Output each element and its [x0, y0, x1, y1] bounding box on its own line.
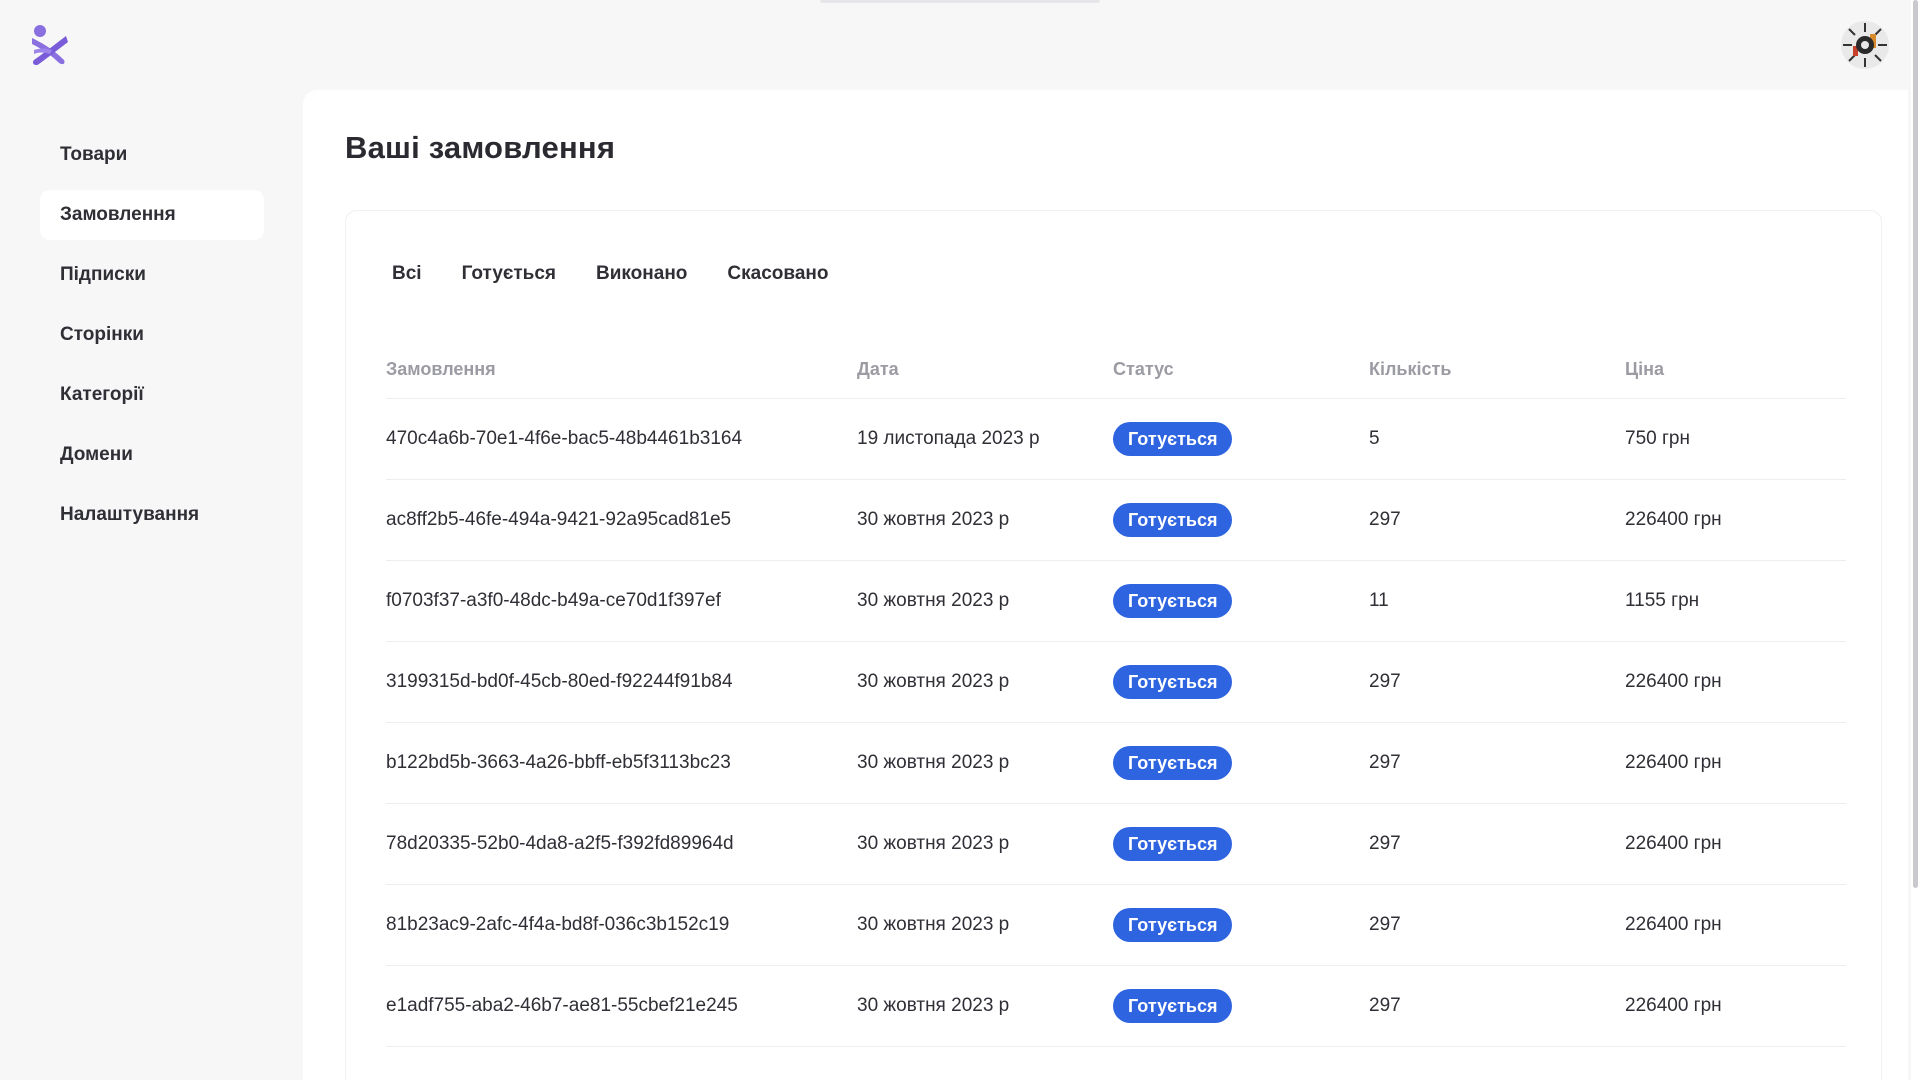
- status-cell: Готується: [1113, 503, 1369, 537]
- column-header-quantity: Кількість: [1369, 359, 1452, 379]
- order-quantity: 297: [1369, 509, 1401, 530]
- order-quantity: 297: [1369, 752, 1401, 773]
- status-cell: Готується: [1113, 827, 1369, 861]
- top-handle: [820, 0, 1100, 3]
- status-badge: Готується: [1113, 989, 1233, 1023]
- status-cell: Готується: [1113, 746, 1369, 780]
- order-id: 3199315d-bd0f-45cb-80ed-f92244f91b84: [386, 671, 733, 692]
- table-row[interactable]: b122bd5b-3663-4a26-bbff-eb5f3113bc23 30 …: [386, 723, 1846, 804]
- table-row[interactable]: f0703f37-a3f0-48dc-b49a-ce70d1f397ef 30 …: [386, 561, 1846, 642]
- order-price: 226400 грн: [1625, 914, 1722, 935]
- status-badge: Готується: [1113, 584, 1233, 618]
- order-price: 226400 грн: [1625, 752, 1722, 773]
- tab-completed[interactable]: Виконано: [596, 263, 687, 285]
- orders-table: Замовлення Дата Статус Кількість Ціна 47…: [386, 341, 1846, 1047]
- status-badge: Готується: [1113, 422, 1233, 456]
- status-badge: Готується: [1113, 503, 1233, 537]
- order-id: e1adf755-aba2-46b7-ae81-55cbef21e245: [386, 995, 738, 1016]
- status-cell: Готується: [1113, 989, 1369, 1023]
- sidebar-item-subscriptions[interactable]: Підписки: [40, 250, 264, 300]
- order-quantity: 297: [1369, 671, 1401, 692]
- table-row[interactable]: ac8ff2b5-46fe-494a-9421-92a95cad81e5 30 …: [386, 480, 1846, 561]
- order-price: 750 грн: [1625, 428, 1690, 449]
- order-id: ac8ff2b5-46fe-494a-9421-92a95cad81e5: [386, 509, 732, 530]
- sidebar-item-pages[interactable]: Сторінки: [40, 310, 264, 360]
- logo-icon[interactable]: [28, 24, 72, 68]
- order-price: 226400 грн: [1625, 995, 1722, 1016]
- orders-card: Всі Готується Виконано Скасовано Замовле…: [345, 210, 1882, 1080]
- top-bar: [0, 0, 1920, 90]
- order-date: 30 жовтня 2023 р: [857, 752, 1010, 773]
- order-quantity: 297: [1369, 995, 1401, 1016]
- order-id: 78d20335-52b0-4da8-a2f5-f392fd89964d: [386, 833, 734, 854]
- column-header-price: Ціна: [1625, 359, 1665, 379]
- sidebar-item-settings[interactable]: Налаштування: [40, 490, 264, 540]
- status-cell: Готується: [1113, 422, 1369, 456]
- sidebar-item-products[interactable]: Товари: [40, 130, 264, 180]
- main-panel: Ваші замовлення Всі Готується Виконано С…: [303, 90, 1908, 1080]
- order-quantity: 297: [1369, 914, 1401, 935]
- tab-preparing[interactable]: Готується: [462, 263, 556, 285]
- order-date: 30 жовтня 2023 р: [857, 671, 1010, 692]
- table-row[interactable]: 78d20335-52b0-4da8-a2f5-f392fd89964d 30 …: [386, 804, 1846, 885]
- column-header-date: Дата: [857, 359, 899, 379]
- table-row[interactable]: 3199315d-bd0f-45cb-80ed-f92244f91b84 30 …: [386, 642, 1846, 723]
- sidebar-item-categories[interactable]: Категорії: [40, 370, 264, 420]
- order-date: 30 жовтня 2023 р: [857, 590, 1010, 611]
- order-date: 30 жовтня 2023 р: [857, 995, 1010, 1016]
- app-root: Товари Замовлення Підписки Сторінки Кате…: [0, 0, 1920, 1080]
- order-date: 19 листопада 2023 р: [857, 428, 1040, 449]
- order-id: 81b23ac9-2afc-4f4a-bd8f-036c3b152c19: [386, 914, 730, 935]
- status-cell: Готується: [1113, 665, 1369, 699]
- order-date: 30 жовтня 2023 р: [857, 914, 1010, 935]
- avatar-icon[interactable]: [1840, 20, 1890, 70]
- order-price: 1155 грн: [1625, 590, 1700, 611]
- table-row[interactable]: 470c4a6b-70e1-4f6e-bac5-48b4461b3164 19 …: [386, 399, 1846, 480]
- order-quantity: 297: [1369, 833, 1401, 854]
- order-date: 30 жовтня 2023 р: [857, 833, 1010, 854]
- scrollbar-thumb[interactable]: [1913, 0, 1918, 888]
- status-tabs: Всі Готується Виконано Скасовано: [392, 263, 828, 285]
- status-badge: Готується: [1113, 746, 1233, 780]
- status-badge: Готується: [1113, 665, 1233, 699]
- tab-all[interactable]: Всі: [392, 263, 422, 285]
- status-cell: Готується: [1113, 584, 1369, 618]
- table-row[interactable]: e1adf755-aba2-46b7-ae81-55cbef21e245 30 …: [386, 966, 1846, 1047]
- order-id: b122bd5b-3663-4a26-bbff-eb5f3113bc23: [386, 752, 731, 773]
- order-date: 30 жовтня 2023 р: [857, 509, 1010, 530]
- column-header-order: Замовлення: [386, 359, 496, 379]
- order-price: 226400 грн: [1625, 509, 1722, 530]
- order-price: 226400 грн: [1625, 833, 1722, 854]
- order-id: 470c4a6b-70e1-4f6e-bac5-48b4461b3164: [386, 428, 743, 449]
- order-quantity: 5: [1369, 428, 1380, 449]
- status-cell: Готується: [1113, 908, 1369, 942]
- status-badge: Готується: [1113, 908, 1233, 942]
- status-badge: Готується: [1113, 827, 1233, 861]
- sidebar-item-domains[interactable]: Домени: [40, 430, 264, 480]
- table-row[interactable]: 81b23ac9-2afc-4f4a-bd8f-036c3b152c19 30 …: [386, 885, 1846, 966]
- sidebar-nav: Товари Замовлення Підписки Сторінки Кате…: [40, 130, 264, 550]
- table-header: Замовлення Дата Статус Кількість Ціна: [386, 341, 1846, 399]
- order-quantity: 11: [1369, 590, 1389, 611]
- tab-cancelled[interactable]: Скасовано: [727, 263, 828, 285]
- page-title: Ваші замовлення: [345, 130, 616, 165]
- order-id: f0703f37-a3f0-48dc-b49a-ce70d1f397ef: [386, 590, 721, 611]
- order-price: 226400 грн: [1625, 671, 1722, 692]
- column-header-status: Статус: [1113, 359, 1174, 379]
- sidebar-item-orders[interactable]: Замовлення: [40, 190, 264, 240]
